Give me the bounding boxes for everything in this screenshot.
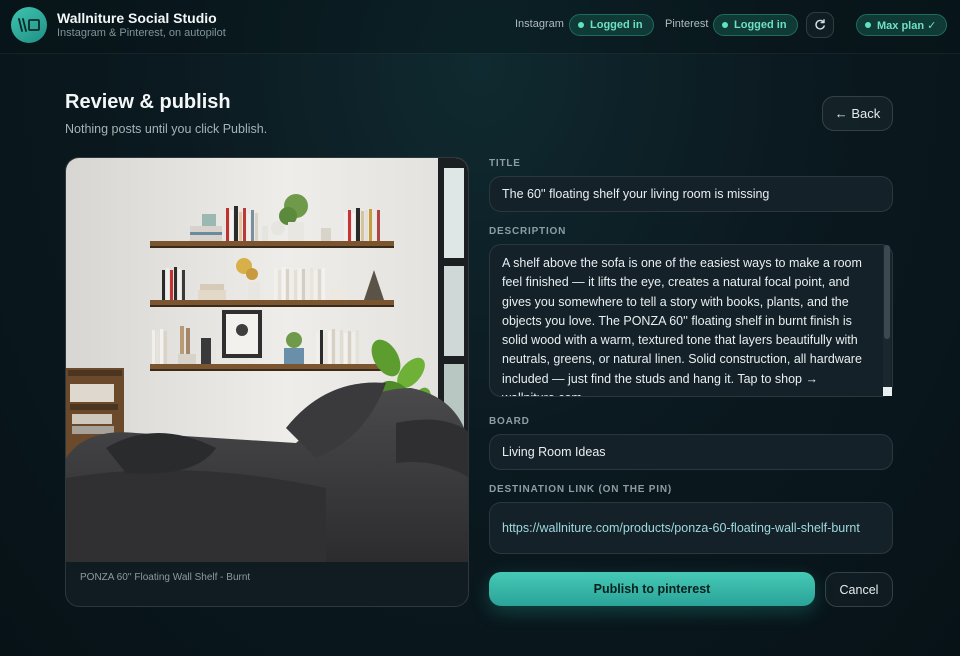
status-dot-icon xyxy=(578,22,584,28)
pinterest-status-text: Logged in xyxy=(734,19,787,31)
publish-button[interactable]: Publish to pinterest xyxy=(489,572,815,606)
product-photo xyxy=(66,158,468,562)
textarea-resize-handle[interactable] xyxy=(883,387,892,396)
description-textarea[interactable]: A shelf above the sofa is one of the eas… xyxy=(489,244,893,397)
plan-label: Max plan ✓ xyxy=(877,19,937,32)
title-input-value: The 60'' floating shelf your living room… xyxy=(502,187,770,201)
title-input[interactable]: The 60'' floating shelf your living room… xyxy=(489,176,893,212)
description-scrollbar[interactable] xyxy=(883,245,891,395)
instagram-status-text: Logged in xyxy=(590,19,643,31)
app-tagline: Instagram & Pinterest, on autopilot xyxy=(57,27,226,39)
pinterest-status-badge[interactable]: Logged in xyxy=(713,14,798,36)
destination-link-value: https://wallniture.com/products/ponza-60… xyxy=(502,520,860,535)
cancel-button[interactable]: Cancel xyxy=(825,572,893,607)
page-title: Review & publish xyxy=(65,91,231,113)
board-input[interactable]: Living Room Ideas xyxy=(489,434,893,470)
app-logo-icon xyxy=(11,7,47,43)
destination-link-input[interactable]: https://wallniture.com/products/ponza-60… xyxy=(489,502,893,554)
page-subtitle: Nothing posts until you click Publish. xyxy=(65,122,268,136)
refresh-button[interactable] xyxy=(806,12,834,38)
board-input-value: Living Room Ideas xyxy=(502,445,606,459)
refresh-icon xyxy=(815,19,825,30)
scrollbar-thumb[interactable] xyxy=(884,245,890,339)
plan-badge[interactable]: Max plan ✓ xyxy=(856,14,948,36)
link-field-label: DESTINATION LINK (ON THE PIN) xyxy=(489,484,673,495)
description-text: A shelf above the sofa is one of the eas… xyxy=(502,256,862,396)
instagram-label: Instagram xyxy=(515,18,564,30)
top-bar: Wallniture Social Studio Instagram & Pin… xyxy=(0,0,960,54)
board-field-label: BOARD xyxy=(489,416,530,427)
pinterest-label: Pinterest xyxy=(665,18,709,30)
instagram-status-badge[interactable]: Logged in xyxy=(569,14,654,36)
back-button[interactable]: ← Back xyxy=(822,96,893,131)
description-field-label: DESCRIPTION xyxy=(489,226,567,237)
product-image-card: PONZA 60'' Floating Wall Shelf - Burnt xyxy=(65,157,469,607)
app-title: Wallniture Social Studio xyxy=(57,10,217,26)
status-dot-icon xyxy=(865,22,871,28)
status-dot-icon xyxy=(722,22,728,28)
product-caption: PONZA 60'' Floating Wall Shelf - Burnt xyxy=(80,572,251,583)
title-field-label: TITLE xyxy=(489,158,521,169)
